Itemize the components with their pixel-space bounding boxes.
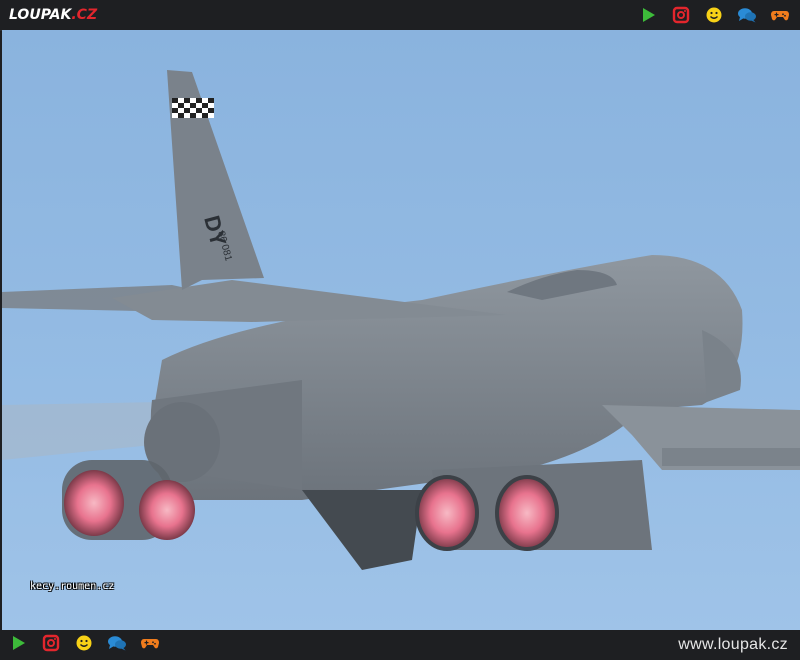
smiley-icon[interactable] (74, 634, 94, 652)
gamepad-icon[interactable] (770, 6, 790, 24)
play-icon[interactable] (638, 6, 658, 24)
chat-icon[interactable] (107, 634, 127, 652)
bottom-icon-bar (8, 634, 173, 652)
logo-tld: .CZ (71, 7, 98, 23)
play-icon[interactable] (8, 634, 28, 652)
aircraft-illustration: DY 86 081 (2, 70, 800, 570)
top-bar: LOUPAK.CZ (0, 0, 800, 31)
site-logo[interactable]: LOUPAK.CZ (9, 5, 97, 25)
photo-watermark: kecy.roumen.cz (30, 581, 115, 592)
logo-text: LOUPAK (9, 7, 72, 23)
smiley-icon[interactable] (704, 6, 724, 24)
aircraft-photo: DY 86 081 kecy.roumen.cz (2, 30, 800, 630)
chat-icon[interactable] (737, 6, 757, 24)
top-icon-bar (625, 6, 790, 24)
instagram-icon[interactable] (671, 6, 691, 24)
site-url-link[interactable]: www.loupak.cz (678, 636, 788, 654)
gamepad-icon[interactable] (140, 634, 160, 652)
instagram-icon[interactable] (41, 634, 61, 652)
